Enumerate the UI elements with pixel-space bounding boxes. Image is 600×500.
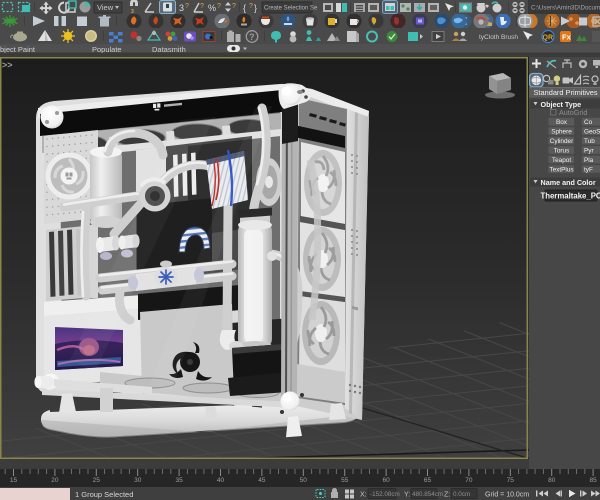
svg-text:tyCloth Brush: tyCloth Brush — [479, 34, 518, 41]
svg-text:>>: >> — [2, 60, 13, 70]
svg-text:}: } — [254, 3, 257, 13]
svg-text:?: ? — [185, 3, 189, 10]
svg-text:80: 80 — [548, 477, 556, 484]
svg-text:Torus: Torus — [554, 148, 570, 155]
svg-text:Y:: Y: — [404, 492, 410, 499]
svg-text:50: 50 — [300, 477, 308, 484]
svg-text:Pla: Pla — [584, 157, 594, 164]
svg-text:15: 15 — [10, 477, 18, 484]
svg-text:{: { — [243, 3, 246, 13]
svg-text:75: 75 — [507, 477, 515, 484]
svg-text:85: 85 — [589, 477, 597, 484]
svg-text:QR: QR — [543, 35, 554, 42]
svg-text:Z:: Z: — [444, 492, 450, 499]
svg-text:Standard Primitives: Standard Primitives — [534, 88, 598, 97]
svg-text:480.854cm: 480.854cm — [412, 491, 443, 498]
svg-text:tyF: tyF — [584, 166, 593, 173]
svg-text:?: ? — [217, 3, 221, 10]
svg-text:?: ? — [249, 32, 255, 42]
svg-text:Name and Color: Name and Color — [541, 178, 596, 187]
svg-text:AutoGrid: AutoGrid — [559, 108, 587, 117]
svg-text:?: ? — [249, 3, 253, 10]
svg-text:45: 45 — [258, 477, 266, 484]
svg-text:C:\Users\Amin3D\Documents\3ds: C:\Users\Amin3D\Documents\3ds M — [531, 5, 600, 12]
svg-text:Fx: Fx — [562, 33, 572, 42]
svg-text:-152.08cm: -152.08cm — [370, 491, 400, 498]
svg-text:Teapot: Teapot — [552, 157, 571, 164]
svg-text:35: 35 — [175, 477, 183, 484]
svg-text:Sphere: Sphere — [551, 129, 572, 136]
svg-text:View: View — [97, 3, 114, 12]
svg-text:70: 70 — [465, 477, 473, 484]
svg-text:Co: Co — [584, 119, 593, 126]
svg-text:Create Selection Se: Create Selection Se — [264, 6, 318, 12]
svg-text:65: 65 — [424, 477, 432, 484]
svg-text:Thermaltake_PC: Thermaltake_PC — [540, 192, 600, 201]
svg-text:60: 60 — [382, 477, 390, 484]
svg-text:?: ? — [200, 3, 204, 10]
svg-text:25: 25 — [93, 477, 101, 484]
svg-text:Grid = 10.0cm: Grid = 10.0cm — [485, 492, 529, 499]
svg-text:55: 55 — [341, 477, 349, 484]
svg-text:?: ? — [232, 3, 236, 10]
svg-text:Cylinder: Cylinder — [550, 138, 574, 145]
svg-text:GeoS: GeoS — [584, 129, 600, 136]
svg-text:40: 40 — [217, 477, 225, 484]
svg-text:Box: Box — [556, 119, 568, 126]
svg-text:X:: X: — [360, 492, 367, 499]
svg-text:Pyr: Pyr — [584, 148, 594, 155]
svg-text:TextPlus: TextPlus — [549, 166, 573, 173]
svg-text:%: % — [208, 3, 216, 13]
svg-text:3: 3 — [179, 3, 184, 13]
svg-text:0.0cm: 0.0cm — [453, 491, 470, 498]
svg-text:30: 30 — [134, 477, 142, 484]
svg-text:20: 20 — [51, 477, 59, 484]
svg-text:Tub: Tub — [584, 138, 595, 145]
